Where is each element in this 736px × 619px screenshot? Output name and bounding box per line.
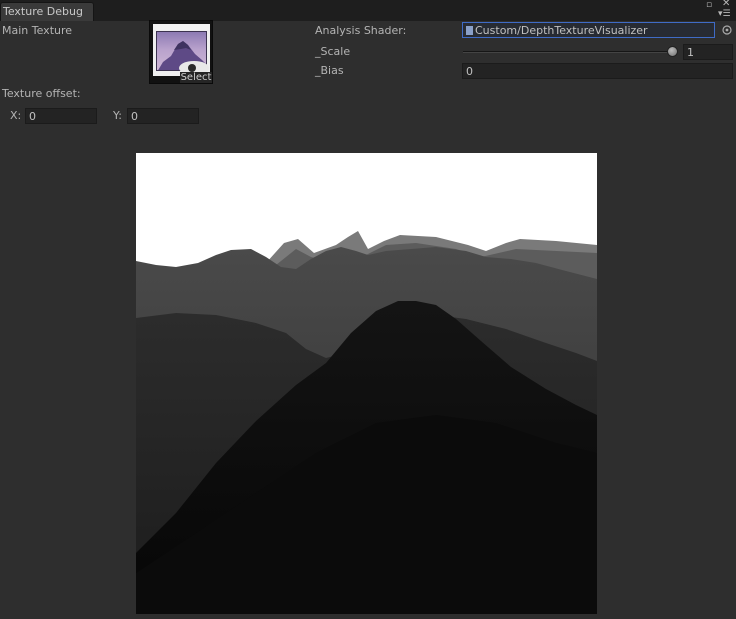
scale-label: _Scale [315,45,351,58]
offset-x-field[interactable]: 0 [25,108,97,124]
depth-texture-preview [136,153,597,614]
window-menu-icon[interactable]: ▾☰ [718,10,731,19]
tab-strip: Texture Debug ▫ ✕ ▾☰ [0,0,736,21]
analysis-shader-label: Analysis Shader: [315,24,407,37]
offset-x-value: 0 [29,110,36,123]
texture-debug-window: Texture Debug ▫ ✕ ▾☰ Main Texture Select… [0,0,736,619]
texture-offset-label: Texture offset: [2,87,81,100]
scale-value: 1 [687,46,694,59]
offset-x-label: X: [10,109,22,122]
tab-texture-debug[interactable]: Texture Debug [0,2,94,21]
maximize-icon[interactable]: ▫ [706,1,712,10]
main-texture-label: Main Texture [2,24,73,37]
offset-y-field[interactable]: 0 [127,108,199,124]
offset-y-value: 0 [131,110,138,123]
bias-value-field[interactable]: 0 [462,63,733,79]
depth-terrain-image [136,231,597,614]
scale-slider-knob[interactable] [667,46,678,57]
analysis-shader-field[interactable]: Custom/DepthTextureVisualizer [462,22,715,38]
object-picker-icon[interactable] [721,24,733,36]
scale-value-field[interactable]: 1 [683,44,733,60]
analysis-shader-value: Custom/DepthTextureVisualizer [475,24,648,37]
scale-slider-track[interactable] [463,51,677,53]
bias-value: 0 [466,65,473,78]
offset-y-label: Y: [113,109,122,122]
tab-title: Texture Debug [3,5,83,18]
bias-label: _Bias [315,64,344,77]
close-icon[interactable]: ✕ [722,0,730,9]
select-texture-button[interactable]: Select [180,72,212,83]
shader-file-icon [466,26,473,35]
main-texture-slot[interactable]: Select [149,20,213,84]
